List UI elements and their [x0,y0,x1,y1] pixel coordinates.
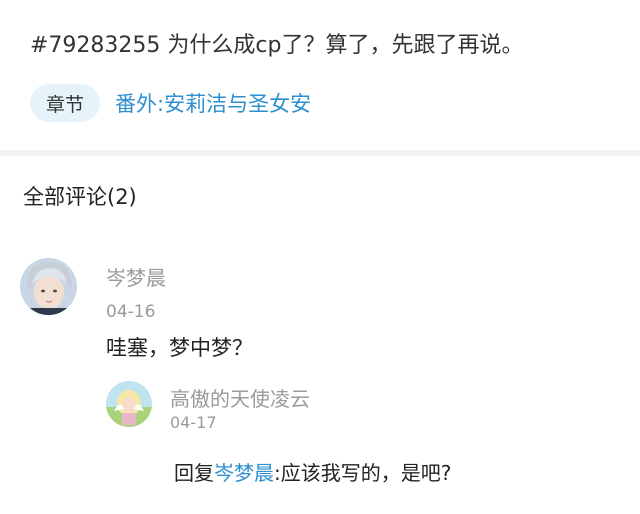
comments-header: 全部评论(2) [23,185,137,209]
reply-mention-link[interactable]: 岑梦晨 [214,461,274,485]
user-avatar-icon [106,381,152,427]
reply-text: 回复岑梦晨:应该我写的，是吧? [174,457,451,486]
avatar[interactable] [20,258,77,315]
reply-prefix: 回复 [174,461,214,485]
user-avatar-icon [20,258,77,315]
post-title: #79283255 为什么成cp了？算了，先跟了再说。 [30,33,524,58]
reply-body: :应该我写的，是吧? [274,461,452,485]
chapter-tag: 章节 [30,84,100,122]
reply-username[interactable]: 高傲的天使凌云 [170,383,310,412]
comment-username[interactable]: 岑梦晨 [106,262,166,291]
section-divider [0,150,640,156]
chapter-row: 章节 番外:安莉洁与圣女安 [30,84,311,122]
avatar[interactable] [106,381,152,427]
comment-text: 哇塞，梦中梦？ [106,336,253,360]
comment-date: 04-16 [106,302,156,322]
reply-date: 04-17 [170,413,217,432]
chapter-link[interactable]: 番外:安莉洁与圣女安 [115,88,311,118]
